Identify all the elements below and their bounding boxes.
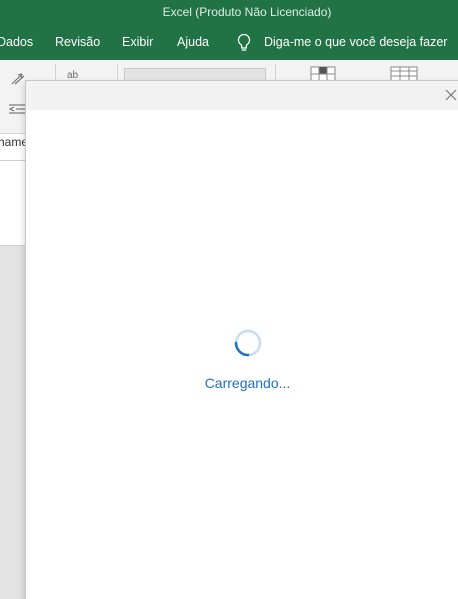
window-title: Excel (Produto Não Licenciado) xyxy=(162,5,332,19)
title-bar: Excel (Produto Não Licenciado) xyxy=(0,0,458,26)
lightbulb-icon xyxy=(237,33,251,51)
indent-icon[interactable] xyxy=(8,102,26,116)
loading-text: Carregando... xyxy=(204,375,291,391)
loading-spinner-icon xyxy=(234,329,262,357)
close-icon[interactable] xyxy=(444,88,458,102)
tab-dados[interactable]: Dados xyxy=(0,35,33,49)
worksheet-background xyxy=(0,246,26,599)
ribbon-tabs: Dados Revisão Exibir Ajuda Diga-me o que… xyxy=(0,26,458,60)
tab-exibir[interactable]: Exibir xyxy=(122,35,153,49)
partial-cell-text: hame xyxy=(0,135,29,149)
worksheet-cells[interactable] xyxy=(0,134,26,246)
tab-revisao[interactable]: Revisão xyxy=(55,35,100,49)
orientation-icon[interactable] xyxy=(10,72,26,86)
dialog-header xyxy=(26,81,458,110)
tell-me-label: Diga-me o que você deseja fazer xyxy=(264,35,448,49)
tab-ajuda[interactable]: Ajuda xyxy=(177,35,209,49)
loading-dialog: Carregando... xyxy=(25,80,458,599)
